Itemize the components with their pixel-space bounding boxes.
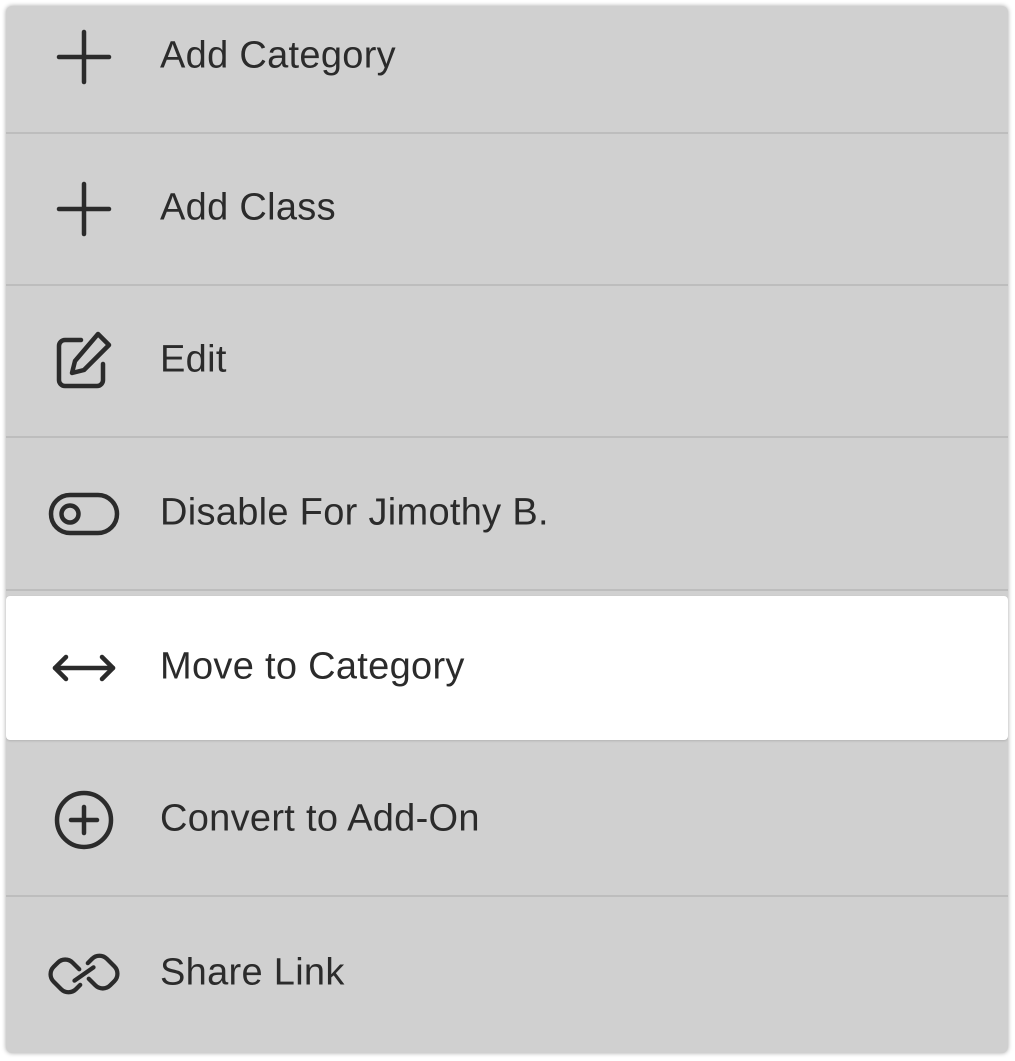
move-arrows-icon [46, 630, 122, 706]
plus-circle-icon [46, 782, 122, 858]
menu-item-convert-to-add-on[interactable]: Convert to Add-On [6, 745, 1008, 897]
menu-item-label: Add Category [160, 34, 396, 77]
menu-item-label: Add Class [160, 186, 336, 229]
context-menu: Add Category Add Class Edit Disable For … [6, 6, 1008, 1053]
menu-item-add-category[interactable]: Add Category [6, 6, 1008, 134]
link-icon [46, 936, 122, 1012]
menu-item-disable-for-user[interactable]: Disable For Jimothy B. [6, 439, 1008, 591]
menu-item-edit[interactable]: Edit [6, 286, 1008, 438]
menu-item-label: Convert to Add-On [160, 797, 480, 840]
menu-item-label: Move to Category [160, 645, 465, 688]
toggle-icon [46, 476, 122, 552]
plus-icon [46, 19, 122, 95]
menu-item-share-link[interactable]: Share Link [6, 898, 1008, 1050]
edit-icon [46, 323, 122, 399]
menu-item-label: Edit [160, 338, 227, 381]
menu-item-label: Disable For Jimothy B. [160, 491, 549, 534]
plus-icon [46, 171, 122, 247]
menu-item-label: Share Link [160, 951, 345, 994]
menu-item-add-class[interactable]: Add Class [6, 134, 1008, 286]
menu-item-move-to-category[interactable]: Move to Category [6, 596, 1008, 740]
